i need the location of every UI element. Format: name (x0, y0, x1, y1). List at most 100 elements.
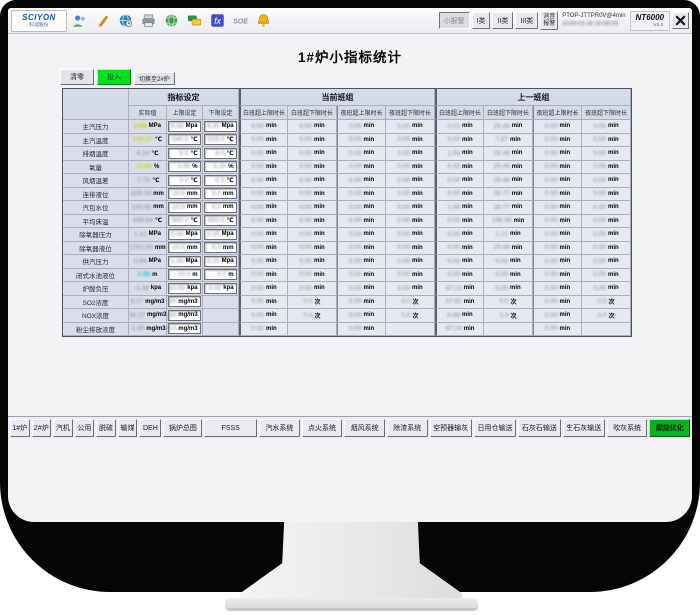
value-text: 0.00 (545, 217, 558, 224)
globe-icon[interactable] (161, 10, 182, 31)
previous-shift-cell: 29.48min (484, 174, 533, 188)
unit-text: min (412, 231, 423, 237)
nav-button-9[interactable]: FSSS (204, 419, 257, 437)
sciyon-logo: SCIYON 科远股份 (11, 10, 67, 32)
switch-boiler-button[interactable]: 切换至2#炉 (134, 72, 175, 85)
value-text: 0.00 (397, 136, 410, 143)
unit-text: min (559, 204, 570, 210)
value-text: 0.2 (215, 177, 224, 184)
nav-button-4[interactable]: 公用 (75, 419, 95, 437)
alarm-mute-button[interactable]: 消音 报警 (540, 11, 558, 30)
alarm-class-2-button[interactable]: II类 (492, 12, 513, 29)
lower-limit-input[interactable]: 8.0℃ (204, 148, 236, 159)
upper-limit-input[interactable]: 3.0℃ (168, 175, 200, 186)
soe-icon[interactable]: SOE (230, 10, 251, 31)
nav-button-11[interactable]: 点火系统 (302, 419, 343, 437)
lower-limit-input[interactable]: 8.30Mpa (204, 121, 236, 132)
upper-limit-input[interactable]: 900.0℃ (168, 215, 200, 226)
previous-shift-cell: 156.48min (484, 215, 533, 229)
unit-text: min (559, 285, 570, 291)
nav-button-7[interactable]: DEH (139, 419, 161, 437)
nav-button-5[interactable]: 脱硫 (96, 419, 116, 437)
nav-button-17[interactable]: 生石灰输送 (563, 419, 605, 437)
previous-shift-cell: 0.00min (582, 269, 631, 283)
nav-button-1[interactable]: 1#炉 (10, 419, 30, 437)
bell-icon[interactable] (253, 10, 274, 31)
expand-icon[interactable] (672, 12, 689, 29)
alarm-class-3-button[interactable]: III类 (515, 12, 538, 29)
lower-limit-input[interactable]: 0.20Mpa (204, 229, 236, 240)
upper-limit-input[interactable]: 9.30Mpa (168, 121, 200, 132)
previous-shift-cell: 0.00min (484, 269, 533, 283)
nav-button-19[interactable]: 燃烧优化 (649, 419, 690, 437)
lower-limit-input[interactable]: 0.10Mpa (204, 256, 236, 267)
lower-limit-input[interactable]: 5.0mm (204, 202, 236, 213)
clear-button[interactable]: 清零 (60, 69, 94, 85)
unit-text: min (510, 258, 521, 264)
alarm-small-button[interactable]: 小报警 (439, 12, 470, 29)
value-text: 0.00 (299, 285, 312, 292)
upper-limit-input[interactable]: 10.00kpa (168, 283, 200, 294)
upper-limit-input[interactable]: 1.00Mpa (168, 256, 200, 267)
upper-limit-input[interactable]: 8.0℃ (168, 148, 200, 159)
lower-limit-input[interactable]: 0.2℃ (204, 175, 236, 186)
current-shift-cell: 0.00min (288, 228, 337, 242)
lower-limit-input[interactable]: 5.0mm (204, 242, 236, 253)
nav-button-8[interactable]: 锅炉总图 (163, 419, 202, 437)
lower-limit-input[interactable]: 0.00kpa (204, 283, 236, 294)
current-shift-cell: 0.00min (386, 120, 435, 134)
unit-text: min (266, 299, 277, 305)
lower-limit-input[interactable]: 850.0℃ (204, 215, 236, 226)
globe-clock-icon[interactable] (115, 10, 136, 31)
nav-button-3[interactable]: 汽机 (53, 419, 73, 437)
previous-shift-cell: 29.48min (484, 147, 533, 161)
user-icon[interactable] (69, 10, 90, 31)
upper-limit-input[interactable]: 35.00mg/m3 (168, 296, 200, 307)
unit-text: Mpa (186, 258, 198, 264)
value-text: 0.01 (447, 123, 460, 130)
value-text: 8.0 (179, 150, 188, 157)
upper-limit-input[interactable]: 3.00% (168, 161, 200, 172)
nav-button-6[interactable]: 输煤 (118, 419, 138, 437)
nav-button-14[interactable]: 空预器输灰 (430, 419, 472, 437)
nav-button-10[interactable]: 汽水系统 (259, 419, 300, 437)
lower-limit-input[interactable]: 5.0m (204, 269, 236, 280)
unit-text: min (512, 164, 523, 170)
upper-limit-input[interactable]: 10.0mm (168, 202, 200, 213)
nav-button-18[interactable]: 吹灰系统 (607, 419, 648, 437)
printer-icon[interactable] (138, 10, 159, 31)
upper-limit-input[interactable]: 10.0m (168, 269, 200, 280)
current-shift-cell: 0.00min (337, 161, 386, 175)
fx-icon[interactable]: fx (207, 10, 228, 31)
toolbar-icon-group: fxSOE (67, 10, 274, 31)
unit-text: ℃ (226, 136, 233, 143)
nav-button-16[interactable]: 石灰石输送 (518, 419, 560, 437)
lower-limit-input[interactable]: 0.20% (204, 161, 236, 172)
group-header-3: 上一班组 (435, 89, 631, 106)
upper-limit-input[interactable]: 0.40Mpa (168, 229, 200, 240)
nav-button-15[interactable]: 日用仓输送 (474, 419, 516, 437)
previous-shift-cell: 0.00min (484, 282, 533, 296)
nav-button-12[interactable]: 烟风系统 (344, 419, 385, 437)
value-text: 4.20 (447, 163, 460, 170)
engage-button[interactable]: 投入 (97, 69, 131, 85)
upper-limit-input[interactable]: 10.0mg/m3 (168, 323, 200, 334)
lower-limit-input[interactable]: 529.0℃ (204, 134, 236, 145)
value-text: 0.00 (397, 258, 410, 265)
brush-icon[interactable] (92, 10, 113, 31)
alarm-class-1-button[interactable]: I类 (472, 12, 491, 29)
value-text: 1.00 (171, 258, 184, 265)
nav-button-13[interactable]: 除渣系统 (387, 419, 428, 437)
upper-limit-input[interactable]: 540.0℃ (168, 134, 200, 145)
upper-limit-input[interactable]: 50.00mg/m3 (168, 310, 200, 321)
previous-shift-cell: 37.81min (435, 296, 484, 310)
previous-shift-cell: 0.00min (435, 255, 484, 269)
cards-icon[interactable] (184, 10, 205, 31)
value-text: 37.81 (446, 298, 462, 305)
upper-limit-input[interactable]: 10.0mm (168, 242, 200, 253)
nav-button-2[interactable]: 2#炉 (32, 419, 52, 437)
previous-shift-cell: 0.00min (582, 215, 631, 229)
unit-text: min (510, 272, 521, 278)
upper-limit-input[interactable]: 10.0mm (168, 188, 200, 199)
lower-limit-input[interactable]: 5.0mm (204, 188, 236, 199)
